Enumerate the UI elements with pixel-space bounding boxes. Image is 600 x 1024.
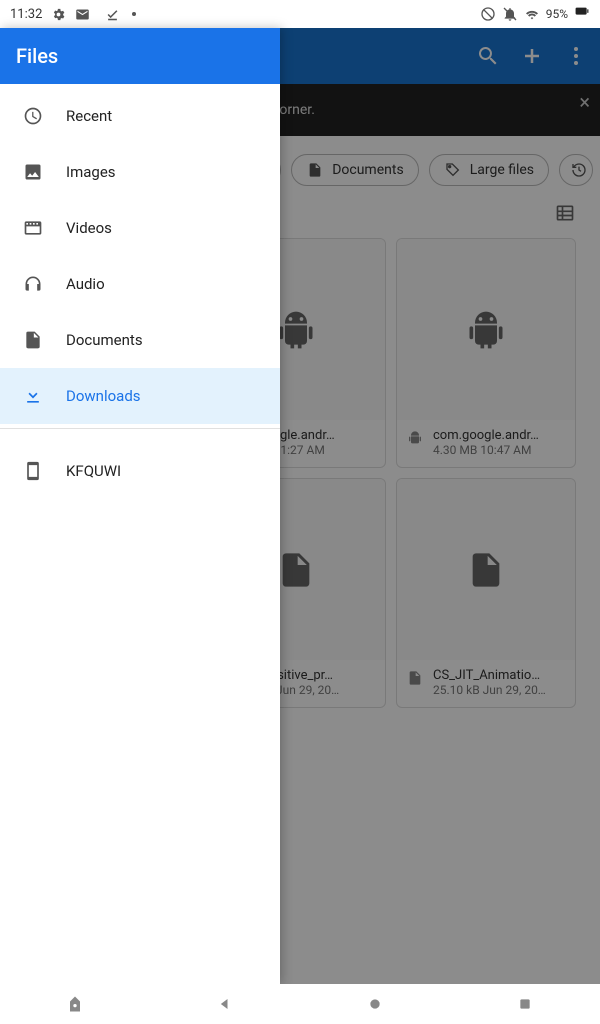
mail-icon: [74, 6, 90, 22]
drawer-title: Files: [0, 28, 280, 84]
sidebar-item-label: Recent: [66, 107, 112, 125]
system-navbar: [0, 984, 600, 1024]
divider: [0, 428, 280, 429]
sidebar-item-documents[interactable]: Documents: [0, 312, 280, 368]
status-dot-icon: [132, 12, 136, 16]
sidebar-item-label: Downloads: [66, 387, 141, 405]
gear-icon: [50, 6, 66, 22]
check-underline-icon: [104, 6, 120, 22]
battery-icon: [574, 6, 590, 22]
battery-percent: 95%: [546, 7, 568, 21]
navigation-drawer: Files Recent Images Videos Audio: [0, 28, 280, 984]
document-icon: [22, 329, 44, 351]
sidebar-item-downloads[interactable]: Downloads: [0, 368, 280, 424]
do-not-disturb-icon: [480, 6, 496, 22]
wifi-icon: [524, 6, 540, 22]
sidebar-item-label: Videos: [66, 219, 112, 237]
nav-home-icon[interactable]: [364, 993, 386, 1015]
sidebar-item-storage[interactable]: KFQUWI: [0, 443, 280, 499]
device-icon: [22, 460, 44, 482]
sidebar-item-label: KFQUWI: [66, 462, 121, 480]
videos-icon: [22, 217, 44, 239]
sidebar-item-label: Documents: [66, 331, 143, 349]
recent-icon: [22, 105, 44, 127]
sidebar-item-images[interactable]: Images: [0, 144, 280, 200]
images-icon: [22, 161, 44, 183]
bell-off-icon: [502, 6, 518, 22]
nav-back-icon[interactable]: [214, 993, 236, 1015]
nav-recent-icon[interactable]: [514, 993, 536, 1015]
sidebar-item-videos[interactable]: Videos: [0, 200, 280, 256]
sidebar-item-label: Images: [66, 163, 116, 181]
sidebar-item-audio[interactable]: Audio: [0, 256, 280, 312]
status-time: 11:32: [10, 7, 42, 22]
status-bar: 11:32 95%: [0, 0, 600, 28]
audio-icon: [22, 273, 44, 295]
nav-handle-icon[interactable]: [64, 993, 86, 1015]
sidebar-item-recent[interactable]: Recent: [0, 88, 280, 144]
sidebar-item-label: Audio: [66, 275, 105, 293]
download-icon: [22, 385, 44, 407]
